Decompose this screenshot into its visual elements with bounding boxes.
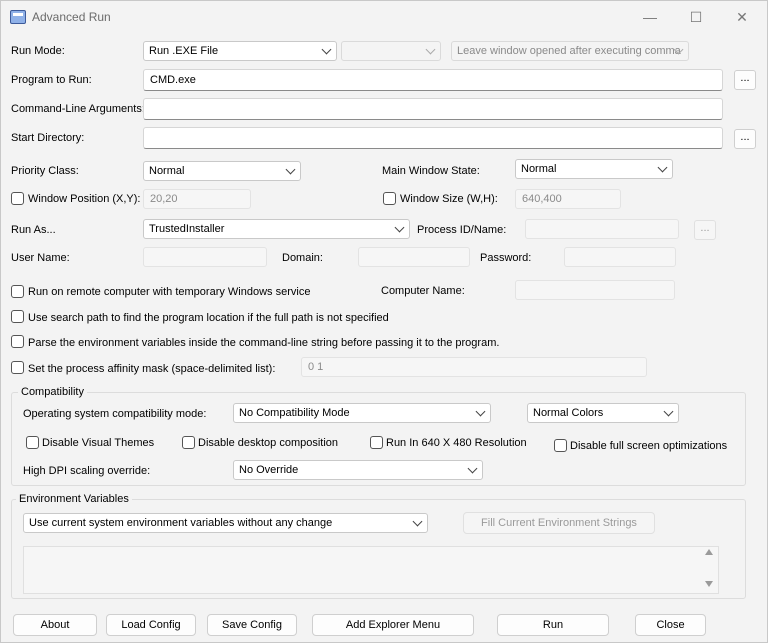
disable-themes-checkbox[interactable] — [26, 436, 39, 449]
env-mode-value: Use current system environment variables… — [29, 517, 333, 529]
os-compat-label: Operating system compatibility mode: — [23, 408, 207, 420]
remote-checkbox[interactable] — [11, 285, 24, 298]
affinity-input[interactable]: 0 1 — [301, 357, 647, 377]
search-path-checkbox[interactable] — [11, 310, 24, 323]
app-icon — [10, 10, 26, 24]
close-button[interactable]: Close — [635, 614, 706, 636]
close-window-button[interactable]: ✕ — [719, 1, 765, 34]
window-size-checkbox[interactable] — [383, 192, 396, 205]
dpi-label: High DPI scaling override: — [23, 465, 151, 477]
domain-label: Domain: — [282, 252, 323, 264]
fill-env-button[interactable]: Fill Current Environment Strings — [463, 512, 655, 534]
about-button[interactable]: About — [13, 614, 97, 636]
start-dir-label: Start Directory: — [11, 132, 85, 144]
priority-value: Normal — [149, 165, 185, 177]
priority-label: Priority Class: — [11, 165, 79, 177]
os-compat-value: No Compatibility Mode — [239, 407, 350, 419]
disable-themes-label: Disable Visual Themes — [42, 437, 155, 449]
compatibility-title: Compatibility — [18, 386, 87, 398]
search-path-label: Use search path to find the program loca… — [28, 312, 389, 324]
main-window-state-value: Normal — [521, 163, 557, 175]
user-name-label: User Name: — [11, 252, 70, 264]
process-browse-button[interactable]: ... — [694, 220, 716, 240]
leave-window-value: Leave window opened after executing comm… — [457, 45, 681, 57]
run-mode-label: Run Mode: — [11, 45, 65, 57]
title-bar: Advanced Run — ☐ ✕ — [1, 1, 767, 34]
run-mode-select[interactable]: Run .EXE File — [143, 41, 337, 61]
affinity-checkbox[interactable] — [11, 361, 24, 374]
window-size-label: Window Size (W,H): — [400, 193, 498, 205]
chevron-down-icon — [657, 162, 668, 173]
main-window-state-label: Main Window State: — [382, 165, 480, 177]
chevron-down-icon — [412, 516, 423, 527]
chevron-down-icon — [394, 222, 405, 233]
priority-select[interactable]: Normal — [143, 161, 301, 181]
leave-window-select[interactable]: Leave window opened after executing comm… — [451, 41, 689, 61]
password-input[interactable] — [564, 247, 676, 267]
scroll-down-icon[interactable] — [705, 581, 713, 587]
program-label: Program to Run: — [11, 74, 92, 86]
run-640-checkbox[interactable] — [370, 436, 383, 449]
run-640-label: Run In 640 X 480 Resolution — [386, 437, 527, 449]
run-mode-secondary-select[interactable] — [341, 41, 441, 61]
args-label: Command-Line Arguments: — [11, 103, 145, 115]
run-mode-value: Run .EXE File — [149, 45, 219, 57]
main-window-state-select[interactable]: Normal — [515, 159, 673, 179]
disable-fullscreen-label: Disable full screen optimizations — [570, 440, 728, 452]
advanced-run-window: Advanced Run — ☐ ✕ Run Mode: Run .EXE Fi… — [0, 0, 768, 643]
maximize-button[interactable]: ☐ — [673, 1, 719, 34]
os-compat-select[interactable]: No Compatibility Mode — [233, 403, 491, 423]
computer-name-input[interactable] — [515, 280, 675, 300]
args-input[interactable] — [143, 98, 723, 120]
computer-name-label: Computer Name: — [381, 285, 465, 297]
window-position-input[interactable]: 20,20 — [143, 189, 251, 209]
env-title: Environment Variables — [16, 493, 132, 505]
env-strings-list[interactable] — [23, 546, 719, 594]
chevron-down-icon — [475, 406, 486, 417]
chevron-down-icon — [321, 44, 332, 55]
add-explorer-menu-button[interactable]: Add Explorer Menu — [312, 614, 474, 636]
password-label: Password: — [480, 252, 532, 264]
window-size-input[interactable]: 640,400 — [515, 189, 621, 209]
save-config-button[interactable]: Save Config — [207, 614, 297, 636]
start-dir-browse-button[interactable]: ... — [734, 129, 756, 149]
domain-input[interactable] — [358, 247, 470, 267]
chevron-down-icon — [425, 44, 436, 55]
disable-composition-checkbox[interactable] — [182, 436, 195, 449]
window-position-label: Window Position (X,Y): — [28, 193, 141, 205]
user-name-input[interactable] — [143, 247, 267, 267]
affinity-label: Set the process affinity mask (space-del… — [28, 363, 276, 375]
scroll-up-icon[interactable] — [705, 549, 713, 555]
window-position-checkbox[interactable] — [11, 192, 24, 205]
run-as-select[interactable]: TrustedInstaller — [143, 219, 410, 239]
disable-fullscreen-checkbox[interactable] — [554, 439, 567, 452]
start-dir-input[interactable] — [143, 127, 723, 149]
run-as-label: Run As... — [11, 224, 56, 236]
process-id-input[interactable] — [525, 219, 679, 239]
parse-env-checkbox[interactable] — [11, 335, 24, 348]
dpi-value: No Override — [239, 464, 299, 476]
run-as-value: TrustedInstaller — [149, 223, 225, 235]
remote-label: Run on remote computer with temporary Wi… — [28, 286, 311, 298]
minimize-button[interactable]: — — [627, 1, 673, 34]
env-mode-select[interactable]: Use current system environment variables… — [23, 513, 428, 533]
colors-select[interactable]: Normal Colors — [527, 403, 679, 423]
colors-value: Normal Colors — [533, 407, 604, 419]
window-title: Advanced Run — [32, 10, 111, 24]
chevron-down-icon — [285, 164, 296, 175]
load-config-button[interactable]: Load Config — [106, 614, 196, 636]
parse-env-label: Parse the environment variables inside t… — [28, 337, 500, 349]
program-browse-button[interactable]: ... — [734, 70, 756, 90]
dpi-select[interactable]: No Override — [233, 460, 483, 480]
process-id-label: Process ID/Name: — [417, 224, 507, 236]
disable-composition-label: Disable desktop composition — [198, 437, 339, 449]
chevron-down-icon — [467, 463, 478, 474]
chevron-down-icon — [663, 406, 674, 417]
run-button[interactable]: Run — [497, 614, 609, 636]
program-input[interactable]: CMD.exe — [143, 69, 723, 91]
